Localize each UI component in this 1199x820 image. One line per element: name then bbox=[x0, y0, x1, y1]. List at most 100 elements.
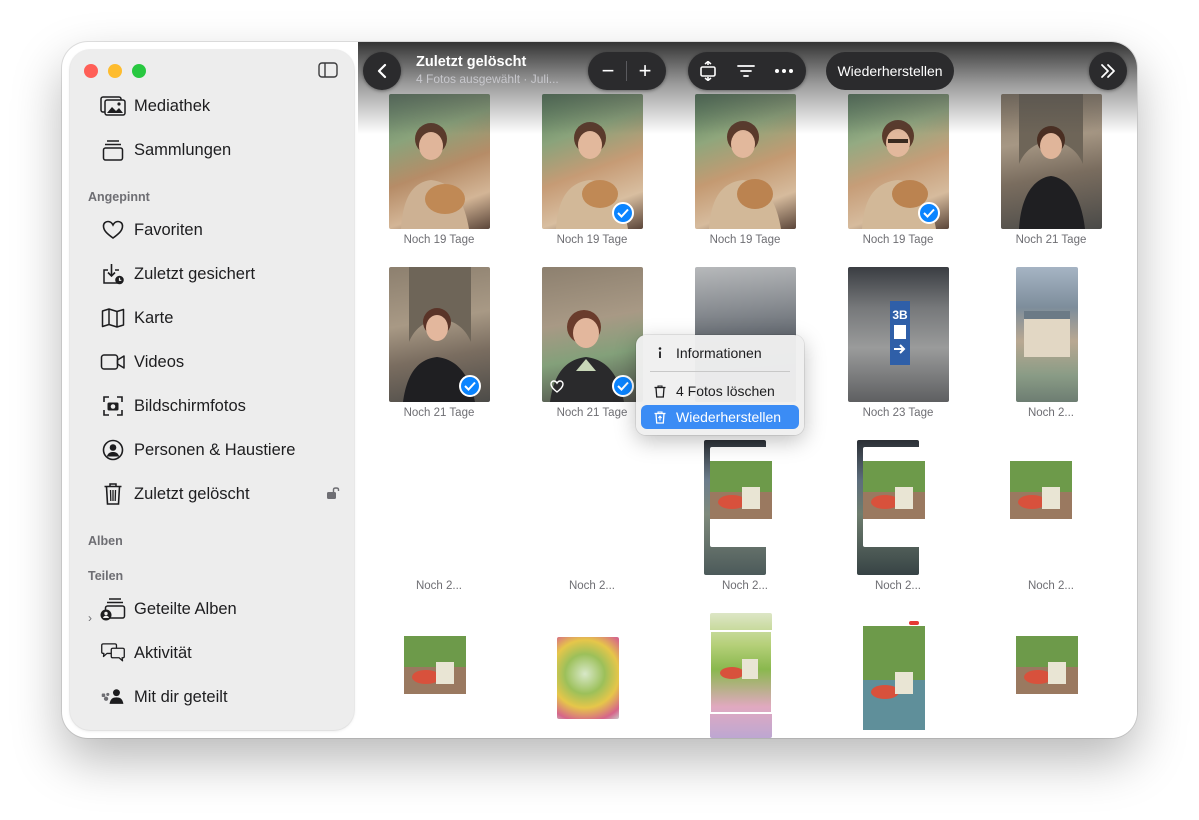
section-header-pinned: Angepinnt bbox=[88, 190, 150, 204]
checkmark-icon[interactable] bbox=[918, 202, 940, 224]
photo-caption: Noch 19 Tage bbox=[403, 234, 475, 246]
favorite-heart-icon[interactable] bbox=[550, 380, 564, 393]
sidebar-item-zuletzt-gesichert[interactable]: Zuletzt gesichert bbox=[100, 260, 255, 288]
minimize-window-button[interactable] bbox=[108, 64, 122, 78]
photo-thumbnail[interactable] bbox=[1010, 447, 1072, 547]
info-icon bbox=[651, 347, 669, 359]
sidebar-item-label: Bildschirmfotos bbox=[134, 396, 246, 415]
more-icon[interactable] bbox=[774, 68, 794, 74]
checkmark-icon[interactable] bbox=[612, 202, 634, 224]
sidebar-item-label: Mit dir geteilt bbox=[134, 687, 228, 706]
sidebar-item-mediathek[interactable]: Mediathek bbox=[100, 92, 210, 120]
menu-item-restore[interactable]: Wiederherstellen bbox=[641, 405, 799, 429]
person-icon bbox=[100, 439, 126, 461]
double-chevron-right-icon bbox=[1101, 64, 1115, 78]
sidebar-item-label: Sammlungen bbox=[134, 140, 232, 159]
sidebar-item-label: Favoriten bbox=[134, 220, 203, 239]
sidebar-item-label: Aktivität bbox=[134, 643, 192, 662]
zoom-control: − + bbox=[588, 52, 666, 90]
aspect-icon[interactable] bbox=[698, 61, 718, 81]
photo-grid-area: 3B Noch 19 Tage Noch 19 Tage Noch 19 Tag… bbox=[358, 42, 1137, 738]
section-header-sharing: Teilen bbox=[88, 569, 124, 583]
shared-albums-icon bbox=[100, 598, 126, 621]
sidebar-item-label: Zuletzt gesichert bbox=[134, 264, 256, 283]
screenshot-icon bbox=[100, 395, 126, 417]
sidebar-item-mit-dir-geteilt[interactable]: Mit dir geteilt bbox=[100, 683, 228, 711]
heart-icon bbox=[100, 219, 126, 241]
photo-caption: Noch 19 Tage bbox=[709, 234, 781, 246]
photo-caption: Noch 2... bbox=[874, 580, 922, 592]
checkmark-icon[interactable] bbox=[459, 375, 481, 397]
photos-window: Mediathek Sammlungen Angepinnt Favoriten… bbox=[62, 42, 1137, 738]
section-header-albums: Alben bbox=[88, 534, 123, 548]
sidebar-item-label: Zuletzt gelöscht bbox=[134, 484, 250, 503]
sidebar-item-aktivitaet[interactable]: Aktivität bbox=[100, 639, 192, 667]
photo-thumbnail[interactable] bbox=[404, 620, 466, 720]
photo-caption: Noch 2... bbox=[415, 580, 463, 592]
chevron-right-icon[interactable]: › bbox=[88, 611, 92, 625]
photo-thumbnail[interactable] bbox=[863, 447, 925, 547]
photo-caption: Noch 21 Tage bbox=[1015, 234, 1087, 246]
photo-thumbnail[interactable] bbox=[710, 447, 772, 547]
photo-caption: Noch 2... bbox=[1027, 580, 1075, 592]
sidebar-item-bildschirmfotos[interactable]: Bildschirmfotos bbox=[100, 392, 246, 420]
photo-thumbnail[interactable] bbox=[1016, 620, 1078, 720]
context-menu: Informationen 4 Fotos löschen Wiederhers… bbox=[636, 335, 804, 435]
zoom-in-button[interactable]: + bbox=[635, 56, 655, 86]
trash-restore-icon bbox=[651, 410, 669, 424]
menu-item-label: Wiederherstellen bbox=[676, 409, 782, 425]
sidebar-item-karte[interactable]: Karte bbox=[100, 304, 173, 332]
video-icon bbox=[100, 351, 126, 373]
shared-with-you-icon bbox=[100, 686, 126, 708]
expand-toolbar-button[interactable] bbox=[1089, 52, 1127, 90]
sidebar: Mediathek Sammlungen Angepinnt Favoriten… bbox=[70, 50, 354, 730]
photo-caption: Noch 19 Tage bbox=[556, 234, 628, 246]
photo-caption: Noch 2... bbox=[568, 580, 616, 592]
sidebar-toggle-icon[interactable] bbox=[318, 62, 338, 78]
page-title: Zuletzt gelöscht bbox=[416, 54, 527, 70]
menu-item-label: Informationen bbox=[676, 345, 762, 361]
restore-button[interactable]: Wiederherstellen bbox=[826, 52, 954, 90]
trash-icon bbox=[651, 384, 669, 398]
trash-icon bbox=[100, 483, 126, 505]
sidebar-item-label: Personen & Haustiere bbox=[134, 440, 296, 459]
divider bbox=[626, 61, 627, 81]
photo-caption: Noch 2... bbox=[1027, 407, 1075, 419]
svg-text:3B: 3B bbox=[892, 308, 908, 322]
zoom-out-button[interactable]: − bbox=[598, 56, 618, 86]
sidebar-item-label: Mediathek bbox=[134, 96, 211, 115]
photo-caption: Noch 2... bbox=[721, 580, 769, 592]
sidebar-item-favoriten[interactable]: Favoriten bbox=[100, 216, 203, 244]
chevron-left-icon bbox=[377, 63, 387, 79]
view-controls bbox=[688, 52, 806, 90]
menu-separator bbox=[650, 371, 790, 372]
sidebar-item-videos[interactable]: Videos bbox=[100, 348, 184, 376]
photo-caption: Noch 19 Tage bbox=[862, 234, 934, 246]
photo-thumbnail[interactable] bbox=[710, 613, 772, 738]
maximize-window-button[interactable] bbox=[132, 64, 146, 78]
photo-thumbnail[interactable] bbox=[557, 637, 619, 719]
menu-item-label: 4 Fotos löschen bbox=[676, 383, 775, 399]
page-subtitle: 4 Fotos ausgewählt · Juli... bbox=[416, 72, 559, 86]
sidebar-item-label: Videos bbox=[134, 352, 185, 371]
menu-item-delete-photos[interactable]: 4 Fotos löschen bbox=[641, 379, 799, 403]
collections-icon bbox=[100, 139, 126, 161]
close-window-button[interactable] bbox=[84, 64, 98, 78]
sidebar-item-sammlungen[interactable]: Sammlungen bbox=[100, 136, 231, 164]
sidebar-item-label: Geteilte Alben bbox=[134, 599, 237, 618]
menu-item-informationen[interactable]: Informationen bbox=[641, 341, 799, 365]
unlocked-icon bbox=[327, 487, 340, 499]
checkmark-icon[interactable] bbox=[612, 375, 634, 397]
saved-icon bbox=[100, 263, 126, 285]
sidebar-item-personen-haustiere[interactable]: Personen & Haustiere bbox=[100, 436, 295, 464]
photo-caption: Noch 21 Tage bbox=[403, 407, 475, 419]
photo-thumbnail[interactable]: 3B bbox=[848, 267, 949, 402]
filter-icon[interactable] bbox=[736, 63, 756, 79]
back-button[interactable] bbox=[363, 52, 401, 90]
sidebar-item-geteilte-alben[interactable]: Geteilte Alben bbox=[100, 595, 237, 623]
photo-thumbnail[interactable] bbox=[863, 620, 925, 738]
activity-icon bbox=[100, 642, 126, 664]
sidebar-item-zuletzt-geloescht[interactable]: Zuletzt gelöscht bbox=[100, 480, 250, 508]
map-icon bbox=[100, 307, 126, 329]
photo-thumbnail[interactable] bbox=[1016, 267, 1078, 402]
